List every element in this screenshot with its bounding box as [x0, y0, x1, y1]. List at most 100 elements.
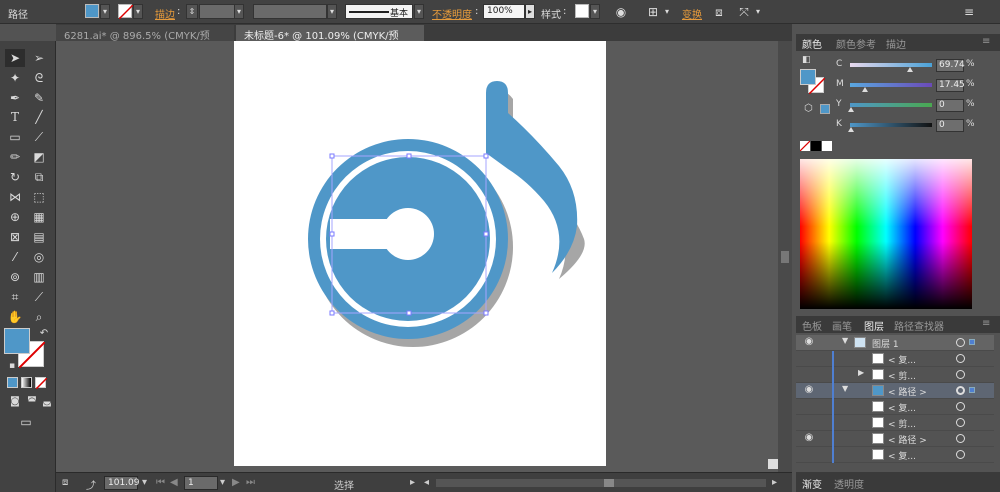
artboard-dropdown-icon[interactable]: ▾ — [220, 477, 225, 488]
color-mode-icon[interactable] — [7, 377, 18, 388]
music-note-logo[interactable] — [234, 41, 606, 466]
yellow-knob[interactable] — [848, 107, 854, 112]
panel-menu-icon[interactable]: ≡ — [962, 5, 976, 19]
layer-name[interactable]: < 剪... — [888, 417, 916, 430]
expand-arrow-icon[interactable]: ▶ — [858, 368, 864, 377]
layer-row[interactable]: ◉ ▼ 图层 1 — [796, 335, 994, 351]
zoom-tool-icon[interactable]: ⌕ — [29, 308, 49, 326]
target-circle-icon[interactable] — [956, 450, 965, 459]
layer-name[interactable]: < 剪... — [888, 369, 916, 382]
fill-color-swatch[interactable] — [4, 328, 30, 354]
vertical-scroll-thumb[interactable] — [781, 251, 789, 263]
cyan-value-field[interactable]: 69.74 — [936, 59, 965, 72]
swap-fill-stroke-icon[interactable]: ↶ — [34, 325, 54, 343]
scale-tool-icon[interactable]: ⧉ — [29, 168, 49, 186]
black-value-field[interactable]: 0 — [936, 119, 964, 132]
rectangle-tool-icon[interactable]: ▭ — [5, 128, 25, 146]
stroke-label[interactable]: 描边 — [155, 6, 175, 21]
stroke-swatch[interactable] — [118, 4, 134, 20]
default-colors-icon[interactable]: ◧ — [802, 55, 811, 65]
tab-document-6281[interactable]: 6281.ai* @ 896.5% (CMYK/预览)× — [56, 25, 234, 57]
style-dropdown-icon[interactable]: ▾ — [590, 4, 600, 19]
target-circle-icon[interactable] — [956, 370, 965, 379]
prev-artboard-icon[interactable]: ◀ — [170, 477, 178, 488]
stroke-weight-dropdown-icon[interactable]: ▾ — [234, 4, 244, 19]
layer-name[interactable]: < 复... — [888, 353, 916, 366]
align-dropdown-icon[interactable]: ▾ — [660, 5, 674, 19]
fill-dropdown-icon[interactable]: ▾ — [100, 4, 110, 19]
cyan-slider-row[interactable]: C 69.74 % — [836, 59, 996, 73]
cyan-knob[interactable] — [907, 67, 913, 72]
layer-name[interactable]: 图层 1 — [872, 337, 899, 350]
panel-menu-icon[interactable]: ≡ — [982, 36, 990, 47]
out-of-gamut-icon[interactable]: ⬡ — [804, 103, 813, 114]
brush-definition-field[interactable]: 基本 — [345, 4, 413, 19]
horizontal-scrollbar[interactable] — [436, 479, 766, 487]
slice-tool-icon[interactable]: ⟋ — [29, 288, 49, 306]
layer-row[interactable]: ◉ < 路径 > — [796, 431, 994, 447]
variable-width-dropdown-icon[interactable]: ▾ — [327, 4, 337, 19]
tab-gradient[interactable]: 渐变 — [802, 476, 822, 491]
width-tool-icon[interactable]: ⋈ — [5, 188, 25, 206]
variable-width-field[interactable] — [253, 4, 327, 19]
transform-icon[interactable]: ⧈ — [712, 5, 726, 19]
column-graph-tool-icon[interactable]: ▥ — [29, 268, 49, 286]
export-icon[interactable]: ⤴ — [86, 477, 96, 492]
yellow-slider-row[interactable]: Y 0 % — [836, 99, 996, 113]
black-knob[interactable] — [848, 127, 854, 132]
direct-selection-tool-icon[interactable]: ➢ — [29, 49, 49, 67]
tab-transparency[interactable]: 透明度 — [834, 476, 864, 491]
recolor-artwork-icon[interactable]: ◉ — [614, 5, 628, 19]
stroke-weight-stepper[interactable]: ⇕ — [186, 4, 198, 19]
color-spectrum[interactable] — [800, 159, 972, 309]
tab-layers[interactable]: 图层 — [864, 318, 884, 333]
cyan-track[interactable] — [850, 63, 932, 67]
first-artboard-icon[interactable]: ⏮ — [156, 477, 165, 488]
status-menu-icon[interactable]: ▸ — [410, 477, 415, 488]
pencil-tool-icon[interactable]: ✏ — [5, 148, 25, 166]
black-color-swatch[interactable] — [811, 141, 821, 151]
black-track[interactable] — [850, 123, 932, 127]
opacity-label[interactable]: 不透明度 — [432, 6, 472, 21]
none-mode-icon[interactable] — [35, 377, 48, 390]
fill-swatch[interactable] — [85, 4, 99, 18]
visibility-eye-icon[interactable]: ◉ — [802, 336, 816, 350]
canvas-area[interactable] — [56, 41, 778, 472]
perspective-grid-tool-icon[interactable]: ▦ — [29, 208, 49, 226]
tab-pathfinder[interactable]: 路径查找器 — [894, 318, 944, 333]
scroll-left-icon[interactable]: ◂ — [424, 477, 429, 488]
artboard-nav-icon[interactable]: ⧈ — [62, 477, 68, 488]
visibility-eye-icon[interactable]: ◉ — [802, 432, 816, 446]
tab-document-untitled-6[interactable]: 未标题-6* @ 101.09% (CMYK/预览)× — [236, 25, 424, 57]
layer-name[interactable]: < 路径 > — [888, 433, 927, 446]
opacity-field[interactable]: 100% — [483, 4, 525, 19]
magenta-slider-row[interactable]: M 17.45 % — [836, 79, 996, 93]
next-artboard-icon[interactable]: ▶ — [232, 477, 240, 488]
visibility-eye-icon[interactable]: ◉ — [802, 384, 816, 398]
tab-stroke[interactable]: 描边 — [886, 36, 906, 51]
artboard-corner-icon[interactable] — [768, 459, 778, 469]
layer-row[interactable]: ▶ < 剪... — [796, 367, 994, 383]
gradient-tool-icon[interactable]: ▤ — [29, 228, 49, 246]
selection-tool-icon[interactable]: ➤ — [5, 49, 25, 67]
lasso-tool-icon[interactable]: ᘓ — [29, 69, 49, 87]
opacity-dropdown-icon[interactable]: ▸ — [525, 4, 535, 19]
magic-wand-tool-icon[interactable]: ✦ — [5, 69, 25, 87]
symbol-sprayer-tool-icon[interactable]: ⊚ — [5, 268, 25, 286]
black-slider-row[interactable]: K 0 % — [836, 119, 996, 133]
layer-row[interactable]: < 剪... — [796, 415, 994, 431]
tab-swatches[interactable]: 色板 — [802, 318, 822, 333]
screen-mode-icon[interactable]: ▭ — [16, 413, 36, 431]
paintbrush-tool-icon[interactable]: ⟋ — [29, 128, 49, 146]
scroll-right-icon[interactable]: ▸ — [772, 477, 777, 488]
artboard[interactable] — [234, 41, 606, 466]
selection-indicator[interactable] — [969, 387, 975, 393]
target-circle-icon[interactable] — [956, 354, 965, 363]
target-circle-icon[interactable] — [956, 402, 965, 411]
tab-color-guide[interactable]: 颜色参考 — [836, 36, 876, 51]
stroke-weight-field[interactable] — [199, 4, 235, 19]
hand-tool-icon[interactable]: ✋ — [5, 308, 25, 326]
expand-arrow-icon[interactable]: ▼ — [842, 384, 848, 393]
zoom-field[interactable]: 101.09 — [104, 476, 140, 490]
type-tool-icon[interactable]: T — [5, 108, 25, 126]
